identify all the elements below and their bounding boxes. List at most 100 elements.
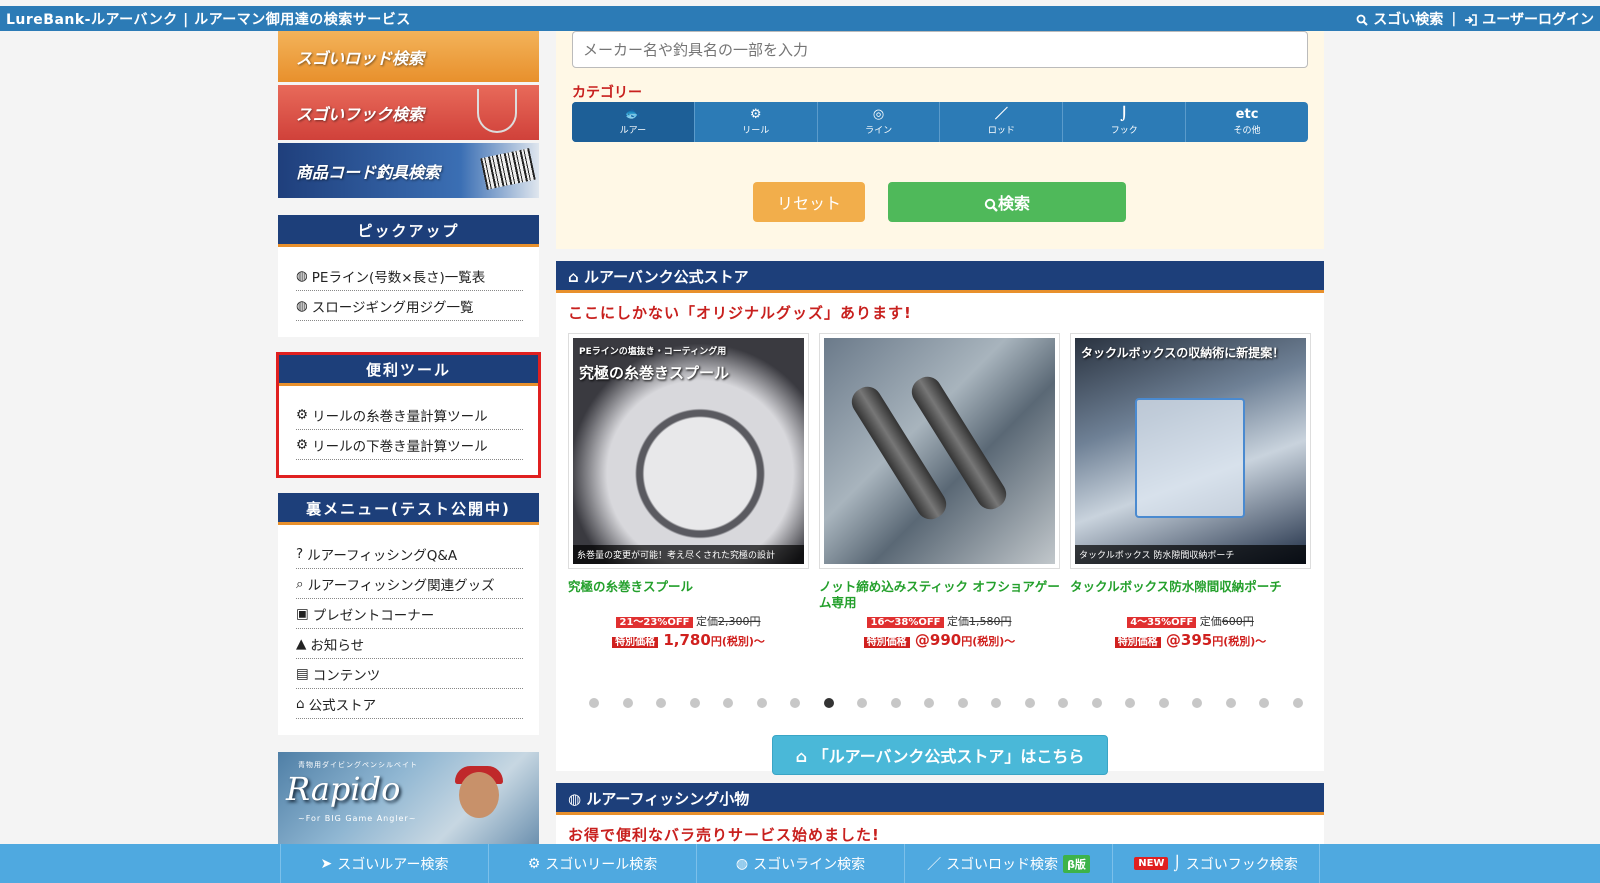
product-name[interactable]: ノット締め込みスティック オフショアゲーム専用 [819, 579, 1060, 613]
category-tab-other[interactable]: etc その他 [1186, 102, 1308, 142]
list-price-row: 4〜35%OFF 定価600円 [1070, 613, 1311, 629]
hook-icon [477, 89, 517, 133]
secret-item-store[interactable]: ⌂ 公式ストア [296, 689, 523, 719]
carousel-dot[interactable] [924, 698, 934, 708]
official-store-subtitle: ここにしかない「オリジナルグッズ」あります! [568, 304, 912, 322]
bottom-nav-reel[interactable]: ⚙ スゴいリール検索 [488, 844, 696, 883]
carousel-dot[interactable] [1058, 698, 1068, 708]
bottom-nav-lure[interactable]: ➤ スゴいルアー検索 [280, 844, 488, 883]
carousel-dot[interactable] [589, 698, 599, 708]
secret-item-label: コンテンツ [312, 667, 381, 684]
carousel-dot[interactable] [723, 698, 733, 708]
list-price-label: 定価 [947, 615, 969, 628]
basket-icon: ⌂ [296, 695, 305, 712]
carousel-dot[interactable] [1024, 698, 1035, 708]
product-card[interactable]: タックルボックスの収納術に新提案！ タックルボックス 防水隙間収納ポーチ タック… [1070, 333, 1311, 649]
code-search-banner[interactable]: 商品コード釣具検索 [278, 143, 539, 198]
bottom-nav-label: スゴいロッド検索 [946, 856, 1059, 873]
list-price-label: 定価 [1199, 615, 1222, 628]
product-image-caption: PEラインの塩抜き・コーティング用 [579, 347, 727, 357]
carousel-dot[interactable] [656, 698, 666, 708]
rod-search-banner-label: スゴいロッド検索 [296, 48, 425, 68]
product-name[interactable]: 究極の糸巻きスプール [568, 579, 809, 613]
rod-search-banner[interactable]: スゴいロッド検索 [278, 31, 539, 82]
category-tab-hook[interactable]: ⌡ フック [1063, 102, 1187, 142]
pickup-heading: ピックアップ [278, 215, 539, 247]
product-image[interactable] [819, 333, 1060, 569]
category-tab-label: フック [1110, 126, 1138, 136]
category-tab-rod[interactable]: ／ ロッド [940, 102, 1064, 142]
basket-icon: ⌂ [795, 747, 813, 766]
list-price-row: 21〜23%OFF 定価2,300円 [568, 613, 809, 629]
bottom-nav-label: スゴいライン検索 [753, 856, 866, 873]
book-icon: ▤ [296, 665, 309, 682]
carousel-dot[interactable] [991, 698, 1001, 708]
carousel-dot[interactable] [1225, 698, 1236, 708]
secret-item-label: ルアーフィッシング関連グッズ [307, 577, 495, 594]
official-store-button[interactable]: ⌂ 「ルアーバンク公式ストア」はこちら [772, 735, 1108, 775]
category-tab-lure[interactable]: 🐟 ルアー [572, 102, 695, 142]
bell-icon: ▲ [296, 635, 307, 652]
rapido-promo-banner[interactable]: 青物用ダイビングペンシルベイト Rapido ~For BIG Game Ang… [278, 752, 539, 847]
secret-item-news[interactable]: ▲ お知らせ [296, 629, 523, 659]
price-suffix: 円 [1212, 635, 1224, 648]
carousel-dot[interactable] [1292, 698, 1303, 708]
promo-logo: Rapido [286, 770, 401, 808]
product-card[interactable]: ノット締め込みスティック オフショアゲーム専用 16〜38%OFF 定価1,58… [819, 333, 1060, 649]
product-carousel: PEラインの塩抜き・コーティング用 究極の糸巻きスプール 糸巻量の変更が可能！考… [568, 333, 1311, 649]
search-button[interactable]: 検索 [888, 182, 1126, 222]
pickup-item-pe-line[interactable]: ◍ PEライン(号数×長さ)一覧表 [296, 261, 523, 291]
carousel-dot[interactable] [756, 698, 767, 708]
reel-icon: ⚙ [296, 436, 309, 453]
product-name[interactable]: タックルボックス防水隙間収納ポーチ [1070, 579, 1311, 613]
new-badge: NEW [1134, 857, 1169, 870]
sugoi-search-link[interactable]: スゴい検索 [1356, 9, 1443, 29]
reset-button[interactable]: リセット [753, 182, 865, 222]
category-tab-line[interactable]: ◎ ライン [818, 102, 941, 142]
keyword-search-input[interactable] [572, 31, 1308, 68]
carousel-dot[interactable] [1091, 698, 1102, 708]
secret-item-qa[interactable]: ? ルアーフィッシングQ&A [296, 539, 523, 569]
carousel-dot[interactable] [1259, 698, 1269, 708]
hook-search-banner[interactable]: スゴいフック検索 [278, 85, 539, 140]
line-spool-icon: ◍ [735, 855, 749, 872]
secret-item-label: お知らせ [310, 637, 365, 654]
secret-item-present[interactable]: ▣ プレゼントコーナー [296, 599, 523, 629]
bottom-nav-hook[interactable]: NEW ⌡ スゴいフック検索 [1112, 844, 1320, 883]
bottom-nav-label: スゴいリール検索 [545, 856, 658, 873]
pickup-item-slow-jig[interactable]: ◍ スロージギング用ジグ一覧 [296, 291, 523, 321]
tool-item-line-capacity[interactable]: ⚙ リールの糸巻き量計算ツール [296, 400, 523, 430]
secret-menu-box: 裏メニュー(テスト公開中) ? ルアーフィッシングQ&A ⌕ ルアーフィッシング関連… [278, 493, 539, 735]
basket-icon: ⌂ [568, 268, 584, 286]
bottom-nav-rod[interactable]: ／スゴいロッド検索 β版 [904, 844, 1112, 883]
carousel-dot[interactable] [622, 698, 633, 708]
tool-item-backing-capacity[interactable]: ⚙ リールの下巻き量計算ツール [296, 430, 523, 460]
carousel-dot[interactable] [823, 698, 834, 708]
carousel-dot[interactable] [890, 698, 901, 708]
product-image[interactable]: タックルボックスの収納術に新提案！ タックルボックス 防水隙間収納ポーチ [1070, 333, 1311, 569]
carousel-dot[interactable] [1158, 698, 1169, 708]
carousel-dot[interactable] [1125, 698, 1135, 708]
carousel-dot[interactable] [957, 698, 968, 708]
carousel-dot[interactable] [790, 698, 800, 708]
list-price-row: 16〜38%OFF 定価1,580円 [819, 613, 1060, 629]
secret-item-contents[interactable]: ▤ コンテンツ [296, 659, 523, 689]
carousel-dot[interactable] [689, 698, 700, 708]
login-link[interactable]: ユーザーログイン [1464, 9, 1594, 29]
secret-item-goods[interactable]: ⌕ ルアーフィッシング関連グッズ [296, 569, 523, 599]
rod-icon: ／ [994, 107, 1008, 122]
login-label: ユーザーログイン [1482, 11, 1594, 28]
category-tab-reel[interactable]: ⚙ リール [695, 102, 818, 142]
site-title[interactable]: LureBank-ルアーバンク | ルアーマン御用達の検索サービス [6, 9, 1356, 29]
product-card[interactable]: PEラインの塩抜き・コーティング用 究極の糸巻きスプール 糸巻量の変更が可能！考… [568, 333, 809, 649]
bottom-nav-line[interactable]: ◍ スゴいライン検索 [696, 844, 904, 883]
price-suffix: 円 [710, 635, 722, 648]
secret-item-label: 公式ストア [308, 697, 377, 714]
carousel-dot[interactable] [857, 698, 867, 708]
product-image[interactable]: PEラインの塩抜き・コーティング用 究極の糸巻きスプール 糸巻量の変更が可能！考… [568, 333, 809, 569]
carousel-dot[interactable] [1192, 698, 1202, 708]
price-suffix: 円 [961, 635, 973, 648]
search-panel: カテゴリー 🐟 ルアー ⚙ リール ◎ ライン ／ ロッド ⌡ フック etc その他 リセ… [556, 31, 1324, 249]
category-tab-label: ロッド [987, 126, 1015, 136]
secret-item-label: プレゼントコーナー [312, 607, 435, 624]
